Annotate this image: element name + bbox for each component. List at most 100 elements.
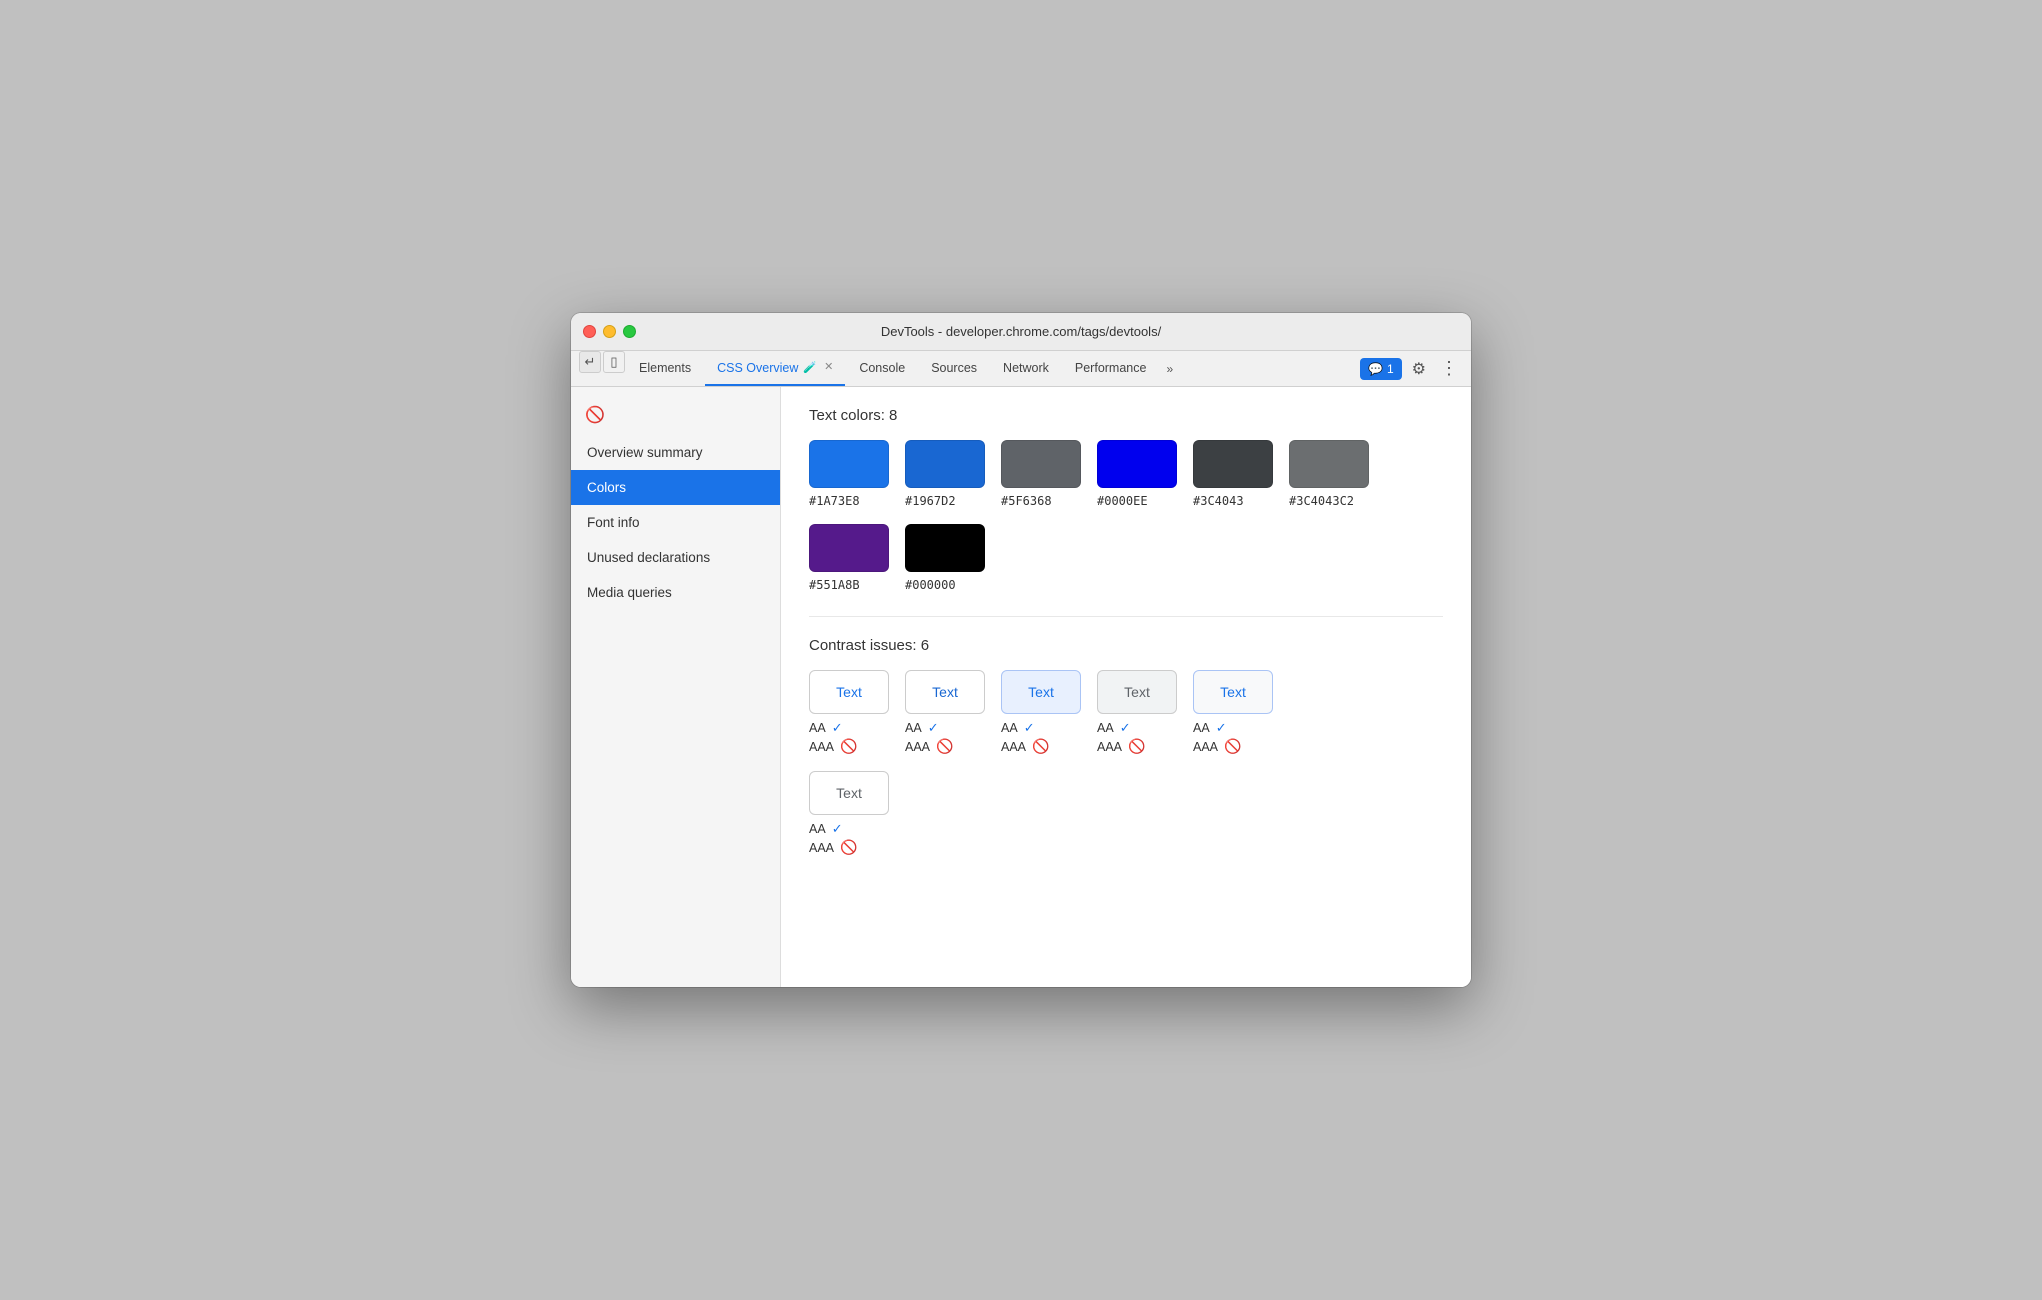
contrast-labels: AA ✓ AAA 🚫 bbox=[905, 720, 953, 755]
contrast-labels: AA ✓ AAA 🚫 bbox=[809, 720, 857, 755]
contrast-text: Text bbox=[836, 684, 862, 700]
traffic-lights bbox=[583, 325, 636, 338]
check-icon: ✓ bbox=[1120, 720, 1131, 736]
more-tabs-button[interactable]: » bbox=[1160, 351, 1179, 386]
no-entry-icon: 🚫 bbox=[936, 738, 953, 755]
chat-icon: 💬 bbox=[1368, 362, 1383, 376]
color-swatch[interactable] bbox=[1097, 440, 1177, 488]
contrast-text: Text bbox=[1124, 684, 1150, 700]
tab-elements[interactable]: Elements bbox=[627, 351, 703, 386]
color-hex: #1A73E8 bbox=[809, 494, 860, 508]
minimize-button[interactable] bbox=[603, 325, 616, 338]
no-entry-icon: 🚫 bbox=[840, 839, 857, 856]
tab-actions: 💬 1 ⚙ ⋮ bbox=[1360, 351, 1463, 386]
contrast-aaa-row: AAA 🚫 bbox=[1193, 738, 1241, 755]
color-item-1a73e8: #1A73E8 bbox=[809, 440, 889, 508]
color-item-551a8b: #551A8B bbox=[809, 524, 889, 592]
color-swatch[interactable] bbox=[809, 440, 889, 488]
contrast-labels: AA ✓ AAA 🚫 bbox=[1097, 720, 1145, 755]
sidebar-item-media-queries[interactable]: Media queries bbox=[571, 575, 780, 610]
contrast-aa-row: AA ✓ bbox=[905, 720, 953, 736]
contrast-text: Text bbox=[1220, 684, 1246, 700]
sidebar-item-unused-declarations[interactable]: Unused declarations bbox=[571, 540, 780, 575]
color-hex: #551A8B bbox=[809, 578, 860, 592]
text-colors-header: Text colors: 8 bbox=[809, 407, 1443, 424]
contrast-aaa-row: AAA 🚫 bbox=[905, 738, 953, 755]
contrast-item-5: Text AA ✓ AAA 🚫 bbox=[809, 771, 889, 856]
color-swatch[interactable] bbox=[1001, 440, 1081, 488]
contrast-grid-row1: Text AA ✓ AAA 🚫 bbox=[809, 670, 1443, 755]
color-swatch[interactable] bbox=[1289, 440, 1369, 488]
sidebar-item-colors[interactable]: Colors bbox=[571, 470, 780, 505]
color-hex: #3C4043 bbox=[1193, 494, 1244, 508]
check-icon: ✓ bbox=[928, 720, 939, 736]
settings-button[interactable]: ⚙ bbox=[1406, 357, 1432, 381]
device-emulation-icon[interactable]: ▯ bbox=[603, 351, 625, 373]
sidebar: 🚫 Overview summary Colors Font info Unus… bbox=[571, 387, 781, 987]
contrast-item-4: Text AA ✓ AAA 🚫 bbox=[1193, 670, 1273, 755]
check-icon: ✓ bbox=[1216, 720, 1227, 736]
contrast-issues-header: Contrast issues: 6 bbox=[809, 637, 1443, 654]
contrast-aa-row: AA ✓ bbox=[1193, 720, 1241, 736]
contrast-preview-box[interactable]: Text bbox=[809, 670, 889, 714]
color-item-5f6368: #5F6368 bbox=[1001, 440, 1081, 508]
contrast-grid-row2: Text AA ✓ AAA 🚫 bbox=[809, 771, 1443, 856]
tab-network[interactable]: Network bbox=[991, 351, 1061, 386]
contrast-item-2: Text AA ✓ AAA 🚫 bbox=[1001, 670, 1081, 755]
check-icon: ✓ bbox=[832, 821, 843, 837]
color-swatch[interactable] bbox=[809, 524, 889, 572]
color-item-1967d2: #1967D2 bbox=[905, 440, 985, 508]
contrast-preview-box[interactable]: Text bbox=[809, 771, 889, 815]
color-item-3c4043: #3C4043 bbox=[1193, 440, 1273, 508]
section-divider bbox=[809, 616, 1443, 617]
color-hex: #3C4043C2 bbox=[1289, 494, 1354, 508]
close-button[interactable] bbox=[583, 325, 596, 338]
fullscreen-button[interactable] bbox=[623, 325, 636, 338]
no-entry-icon: 🚫 bbox=[1224, 738, 1241, 755]
contrast-aa-row: AA ✓ bbox=[1097, 720, 1145, 736]
contrast-aaa-row: AAA 🚫 bbox=[809, 738, 857, 755]
color-item-000000: #000000 bbox=[905, 524, 985, 592]
contrast-preview-box[interactable]: Text bbox=[905, 670, 985, 714]
tab-close-icon[interactable]: ✕ bbox=[824, 362, 833, 373]
cursor-tool-icon[interactable]: ↵ bbox=[579, 351, 601, 373]
tab-css-overview[interactable]: CSS Overview 🧪 ✕ bbox=[705, 351, 845, 386]
check-icon: ✓ bbox=[1024, 720, 1035, 736]
main-panel: Text colors: 8 #1A73E8 #1967D2 #5F6368 bbox=[781, 387, 1471, 987]
color-item-0000ee: #0000EE bbox=[1097, 440, 1177, 508]
contrast-preview-box[interactable]: Text bbox=[1097, 670, 1177, 714]
contrast-preview-box[interactable]: Text bbox=[1193, 670, 1273, 714]
contrast-preview-box[interactable]: Text bbox=[1001, 670, 1081, 714]
window-title: DevTools - developer.chrome.com/tags/dev… bbox=[881, 324, 1161, 339]
contrast-text: Text bbox=[1028, 684, 1054, 700]
tab-performance[interactable]: Performance bbox=[1063, 351, 1159, 386]
color-item-3c4043c2: #3C4043C2 bbox=[1289, 440, 1369, 508]
color-hex: #0000EE bbox=[1097, 494, 1148, 508]
contrast-aaa-row: AAA 🚫 bbox=[1001, 738, 1049, 755]
sidebar-item-overview-summary[interactable]: Overview summary bbox=[571, 435, 780, 470]
sidebar-item-font-info[interactable]: Font info bbox=[571, 505, 780, 540]
contrast-labels: AA ✓ AAA 🚫 bbox=[1193, 720, 1241, 755]
devtools-window: DevTools - developer.chrome.com/tags/dev… bbox=[571, 313, 1471, 987]
contrast-text: Text bbox=[932, 684, 958, 700]
color-swatch[interactable] bbox=[905, 524, 985, 572]
no-entry-icon: 🚫 bbox=[1032, 738, 1049, 755]
beaker-icon: 🧪 bbox=[803, 361, 817, 374]
tab-console[interactable]: Console bbox=[847, 351, 917, 386]
contrast-labels: AA ✓ AAA 🚫 bbox=[809, 821, 857, 856]
color-swatch[interactable] bbox=[1193, 440, 1273, 488]
more-options-button[interactable]: ⋮ bbox=[1436, 356, 1463, 381]
contrast-labels: AA ✓ AAA 🚫 bbox=[1001, 720, 1049, 755]
no-entry-icon: 🚫 bbox=[1128, 738, 1145, 755]
contrast-text: Text bbox=[836, 785, 862, 801]
contrast-aa-row: AA ✓ bbox=[809, 821, 857, 837]
contrast-aaa-row: AAA 🚫 bbox=[809, 839, 857, 856]
contrast-aaa-row: AAA 🚫 bbox=[1097, 738, 1145, 755]
color-hex: #1967D2 bbox=[905, 494, 956, 508]
tab-sources[interactable]: Sources bbox=[919, 351, 989, 386]
contrast-item-0: Text AA ✓ AAA 🚫 bbox=[809, 670, 889, 755]
color-swatch[interactable] bbox=[905, 440, 985, 488]
chat-button[interactable]: 💬 1 bbox=[1360, 358, 1402, 380]
devtools-body: 🚫 Overview summary Colors Font info Unus… bbox=[571, 387, 1471, 987]
check-icon: ✓ bbox=[832, 720, 843, 736]
